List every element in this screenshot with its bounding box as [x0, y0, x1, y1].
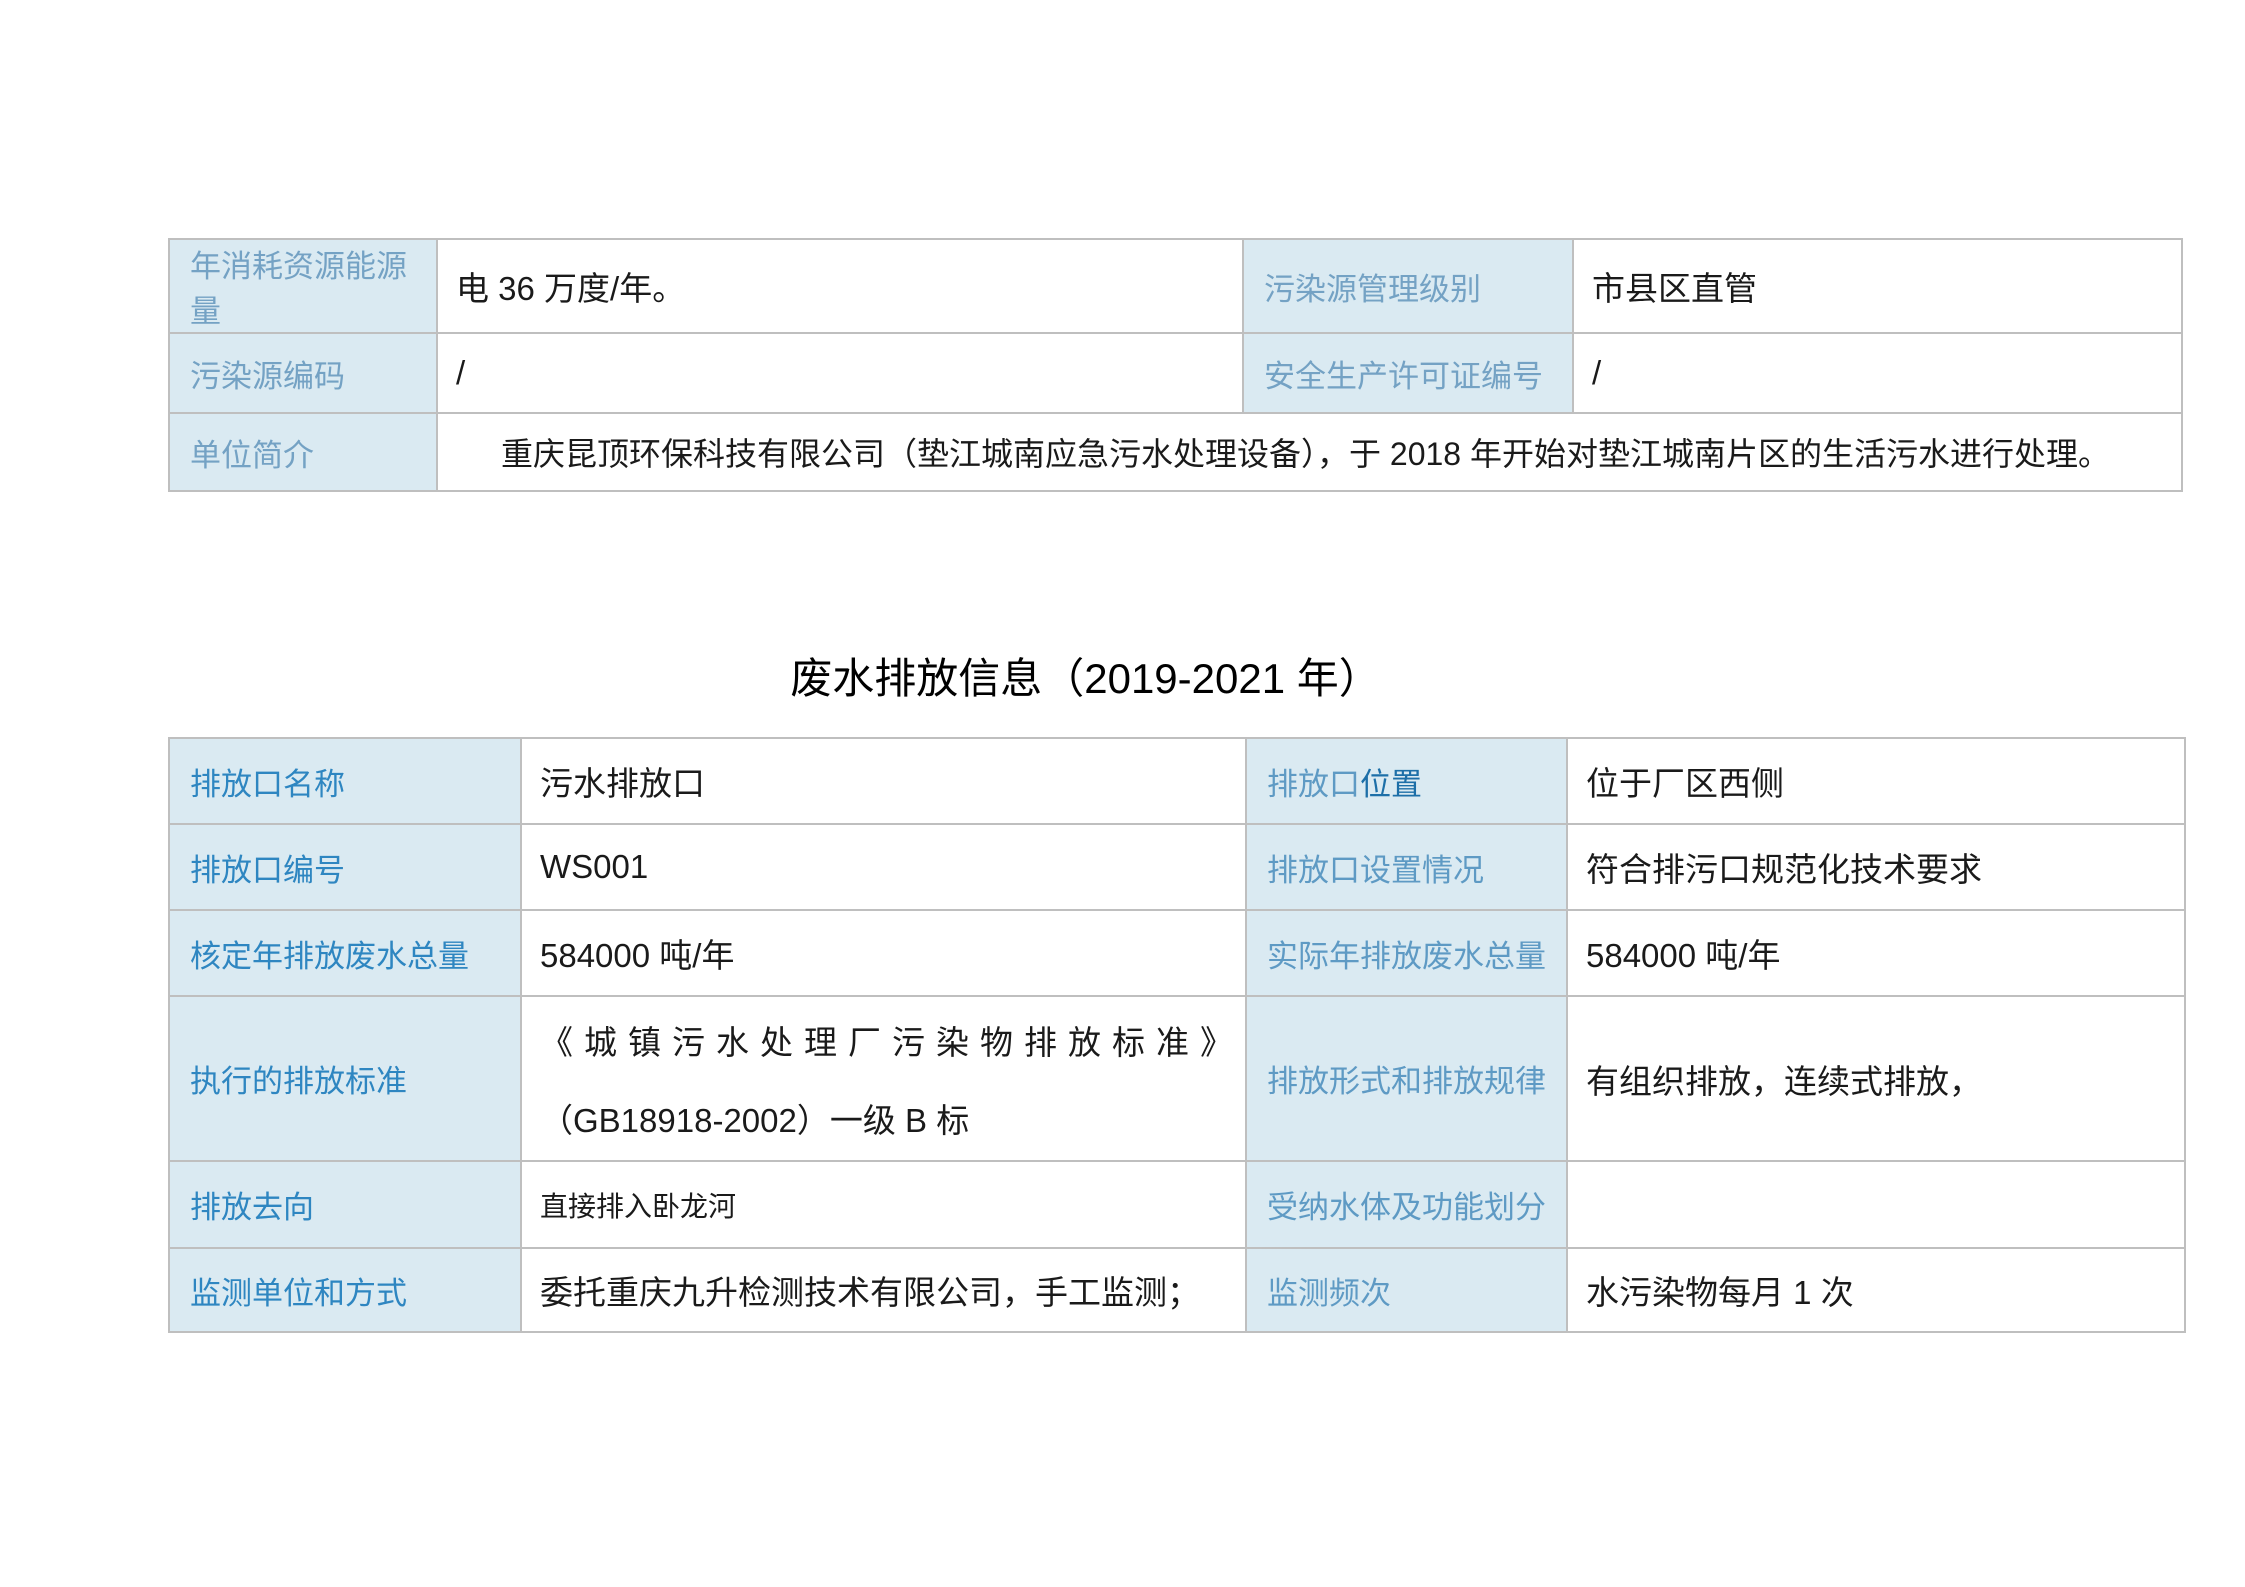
- table-row: 排放口名称 污水排放口 排放口位置 位于厂区西侧: [169, 738, 2185, 824]
- field-value-outlet-name: 污水排放口: [521, 738, 1246, 824]
- field-label-annual-energy: 年消耗资源能源量: [169, 239, 437, 333]
- field-value-receiving-water: [1567, 1161, 2185, 1248]
- field-label-discharge-destination: 排放去向: [169, 1161, 521, 1248]
- company-info-table: 年消耗资源能源量 电 36 万度/年。 污染源管理级别 市县区直管 污染源编码 …: [168, 238, 2183, 492]
- field-value-actual-discharge: 584000 吨/年: [1567, 910, 2185, 996]
- table-row: 执行的排放标准 《城镇污水处理厂污染物排放标准》 （GB18918-2002）一…: [169, 996, 2185, 1161]
- wastewater-discharge-table: 排放口名称 污水排放口 排放口位置 位于厂区西侧 排放口编号 WS001 排放口…: [168, 737, 2186, 1333]
- field-label-discharge-standard: 执行的排放标准: [169, 996, 521, 1161]
- table-row: 年消耗资源能源量 电 36 万度/年。 污染源管理级别 市县区直管: [169, 239, 2182, 333]
- field-value-outlet-setup: 符合排污口规范化技术要求: [1567, 824, 2185, 910]
- field-label-outlet-location: 排放口位置: [1246, 738, 1567, 824]
- field-label-receiving-water: 受纳水体及功能划分: [1246, 1161, 1567, 1248]
- field-value-monitoring-frequency: 水污染物每月 1 次: [1567, 1248, 2185, 1332]
- table-row: 单位简介 重庆昆顶环保科技有限公司（垫江城南应急污水处理设备），于 2018 年…: [169, 413, 2182, 491]
- field-value-pollution-source-code: /: [437, 333, 1243, 413]
- field-value-discharge-standard: 《城镇污水处理厂污染物排放标准》 （GB18918-2002）一级 B 标: [521, 996, 1246, 1161]
- field-value-discharge-form: 有组织排放，连续式排放，: [1567, 996, 2185, 1161]
- field-label-safety-license-no: 安全生产许可证编号: [1243, 333, 1573, 413]
- field-label-outlet-location-dark: 位置: [1360, 767, 1422, 802]
- field-label-discharge-form: 排放形式和排放规律: [1246, 996, 1567, 1161]
- field-value-company-profile: 重庆昆顶环保科技有限公司（垫江城南应急污水处理设备），于 2018 年开始对垫江…: [437, 413, 2182, 491]
- table-row: 核定年排放废水总量 584000 吨/年 实际年排放废水总量 584000 吨/…: [169, 910, 2185, 996]
- table-row: 污染源编码 / 安全生产许可证编号 /: [169, 333, 2182, 413]
- field-label-actual-discharge: 实际年排放废水总量: [1246, 910, 1567, 996]
- field-label-pollution-source-code: 污染源编码: [169, 333, 437, 413]
- field-value-outlet-location: 位于厂区西侧: [1567, 738, 2185, 824]
- document-page: 年消耗资源能源量 电 36 万度/年。 污染源管理级别 市县区直管 污染源编码 …: [0, 0, 2245, 1587]
- field-value-monitoring-unit: 委托重庆九升检测技术有限公司，手工监测；: [521, 1248, 1246, 1332]
- field-value-safety-license-no: /: [1573, 333, 2182, 413]
- field-label-outlet-name: 排放口名称: [169, 738, 521, 824]
- table-row: 排放去向 直接排入卧龙河 受纳水体及功能划分: [169, 1161, 2185, 1248]
- field-label-monitoring-frequency: 监测频次: [1246, 1248, 1567, 1332]
- table-row: 排放口编号 WS001 排放口设置情况 符合排污口规范化技术要求: [169, 824, 2185, 910]
- field-label-outlet-number: 排放口编号: [169, 824, 521, 910]
- table-row: 监测单位和方式 委托重庆九升检测技术有限公司，手工监测； 监测频次 水污染物每月…: [169, 1248, 2185, 1332]
- field-value-management-level: 市县区直管: [1573, 239, 2182, 333]
- field-label-outlet-location-light: 排放口: [1267, 767, 1360, 802]
- section-title: 废水排放信息（2019-2021 年）: [168, 645, 2183, 706]
- field-label-management-level: 污染源管理级别: [1243, 239, 1573, 333]
- field-value-approved-discharge: 584000 吨/年: [521, 910, 1246, 996]
- field-label-approved-discharge: 核定年排放废水总量: [169, 910, 521, 996]
- discharge-standard-line2: （GB18918-2002）一级 B 标: [540, 1094, 1244, 1142]
- field-label-company-profile: 单位简介: [169, 413, 437, 491]
- field-label-monitoring-unit: 监测单位和方式: [169, 1248, 521, 1332]
- field-value-annual-energy: 电 36 万度/年。: [437, 239, 1243, 333]
- discharge-standard-line1: 《城镇污水处理厂污染物排放标准》: [540, 1016, 1244, 1064]
- field-value-outlet-number: WS001: [521, 824, 1246, 910]
- field-value-discharge-destination: 直接排入卧龙河: [521, 1161, 1246, 1248]
- field-label-outlet-setup: 排放口设置情况: [1246, 824, 1567, 910]
